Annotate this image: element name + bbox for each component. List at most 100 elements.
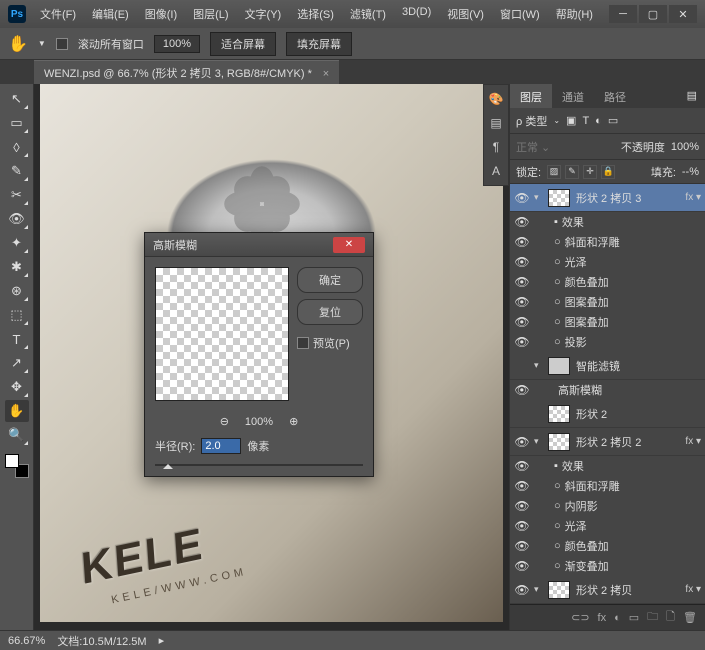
- layer-thumbnail[interactable]: [548, 433, 570, 451]
- status-arrow-icon[interactable]: ▸: [159, 634, 165, 647]
- layer-row[interactable]: 👁▾形状 2 拷贝 2fx ▾: [510, 428, 705, 456]
- ok-button[interactable]: 确定: [297, 267, 363, 293]
- effect-visibility[interactable]: 👁: [510, 559, 534, 573]
- layer-group-icon[interactable]: 🗀: [647, 608, 658, 627]
- menu-3d[interactable]: 3D(D): [396, 2, 437, 26]
- menu-help[interactable]: 帮助(H): [550, 2, 599, 26]
- lock-transparent-icon[interactable]: ▨: [547, 165, 561, 179]
- lock-all-icon[interactable]: 🔒: [601, 165, 615, 179]
- effect-visibility[interactable]: 👁: [510, 459, 534, 473]
- status-docsize[interactable]: 文档:10.5M/12.5M: [57, 633, 146, 649]
- maximize-button[interactable]: ▢: [639, 5, 667, 23]
- zoom-value[interactable]: 100%: [154, 35, 200, 53]
- layer-name[interactable]: 形状 2: [576, 406, 705, 422]
- fit-screen-button[interactable]: 适合屏幕: [210, 32, 276, 56]
- layer-thumbnail[interactable]: [548, 357, 570, 375]
- scroll-all-checkbox[interactable]: [56, 38, 68, 50]
- lasso-tool[interactable]: ◊: [5, 136, 29, 158]
- panel-menu-icon[interactable]: ▤: [679, 84, 705, 108]
- move-tool[interactable]: ↖: [5, 88, 29, 110]
- effect-visibility[interactable]: 👁: [510, 235, 534, 249]
- menu-filter[interactable]: 滤镜(T): [344, 2, 392, 26]
- layer-thumbnail[interactable]: [548, 189, 570, 207]
- slider-thumb[interactable]: [163, 459, 173, 469]
- effect-visibility[interactable]: 👁: [510, 519, 534, 533]
- status-zoom[interactable]: 66.67%: [8, 635, 45, 647]
- visibility-toggle[interactable]: 👁: [510, 191, 534, 205]
- swatches-panel-icon[interactable]: ▤: [488, 115, 504, 131]
- layer-fx-icon[interactable]: fx: [598, 612, 607, 624]
- effect-row[interactable]: 👁○渐变叠加: [510, 556, 705, 576]
- stamp-tool[interactable]: ⊛: [5, 280, 29, 302]
- filter-adjust-icon[interactable]: ◐: [595, 115, 602, 127]
- type-tool[interactable]: T: [5, 328, 29, 350]
- fx-badge[interactable]: fx ▾: [685, 192, 701, 203]
- character-panel-icon[interactable]: A: [488, 163, 504, 179]
- visibility-toggle[interactable]: 👁: [510, 583, 534, 597]
- eyedropper-tool[interactable]: 👁: [5, 208, 29, 230]
- filter-shape-icon[interactable]: ▭: [608, 114, 618, 127]
- lock-pixels-icon[interactable]: ✎: [565, 165, 579, 179]
- blend-mode-select[interactable]: 正常 ⌄: [516, 139, 550, 155]
- hand-tool[interactable]: ✋: [5, 400, 29, 422]
- layer-thumbnail[interactable]: [548, 581, 570, 599]
- layer-row[interactable]: 👁▾ 形状 2 拷贝 3fx ▾: [510, 184, 705, 212]
- preview-checkbox[interactable]: [297, 337, 309, 349]
- new-layer-icon[interactable]: 🗋: [666, 608, 675, 627]
- close-button[interactable]: ✕: [669, 5, 697, 23]
- delete-layer-icon[interactable]: 🗑: [683, 611, 697, 624]
- radius-slider[interactable]: [145, 460, 373, 476]
- fx-badge[interactable]: fx ▾: [685, 436, 701, 447]
- effect-row[interactable]: 👁▪效果: [510, 456, 705, 476]
- brush-tool[interactable]: ✱: [5, 256, 29, 278]
- filter-type-icon[interactable]: T: [582, 115, 589, 127]
- expand-arrow[interactable]: ▾: [534, 192, 548, 203]
- opacity-value[interactable]: 100%: [671, 141, 699, 153]
- expand-arrow[interactable]: ▾: [534, 360, 548, 371]
- layer-name[interactable]: 形状 2 拷贝: [576, 582, 685, 598]
- zoom-in-icon[interactable]: ⊕: [289, 415, 298, 428]
- effect-row[interactable]: 👁○斜面和浮雕: [510, 232, 705, 252]
- radius-input[interactable]: [201, 438, 241, 454]
- layer-name[interactable]: 形状 2 拷贝 3: [576, 190, 685, 206]
- filter-visibility[interactable]: 👁: [510, 383, 534, 397]
- shape-tool[interactable]: ✥: [5, 376, 29, 398]
- menu-edit[interactable]: 编辑(E): [86, 2, 135, 26]
- effect-row[interactable]: 👁○斜面和浮雕: [510, 476, 705, 496]
- heal-tool[interactable]: ✦: [5, 232, 29, 254]
- path-tool[interactable]: ↗: [5, 352, 29, 374]
- tab-paths[interactable]: 路径: [594, 84, 636, 108]
- color-swatch[interactable]: [5, 454, 29, 478]
- layer-row[interactable]: 👁▾形状 2 拷贝fx ▾: [510, 576, 705, 604]
- effect-visibility[interactable]: 👁: [510, 215, 534, 229]
- effect-row[interactable]: 👁○图案叠加: [510, 312, 705, 332]
- effect-visibility[interactable]: 👁: [510, 499, 534, 513]
- menu-type[interactable]: 文字(Y): [239, 2, 288, 26]
- layer-mask-icon[interactable]: ◐: [614, 612, 621, 624]
- effect-visibility[interactable]: 👁: [510, 295, 534, 309]
- effect-row[interactable]: 👁○图案叠加: [510, 292, 705, 312]
- lock-position-icon[interactable]: ✛: [583, 165, 597, 179]
- effect-row[interactable]: 👁▪效果: [510, 212, 705, 232]
- fill-screen-button[interactable]: 填充屏幕: [286, 32, 352, 56]
- document-tab-close[interactable]: ×: [323, 68, 329, 80]
- tool-preset-arrow[interactable]: ▼: [38, 39, 46, 48]
- marquee-tool[interactable]: ▭: [5, 112, 29, 134]
- effect-visibility[interactable]: 👁: [510, 539, 534, 553]
- crop-tool[interactable]: ✂: [5, 184, 29, 206]
- menu-select[interactable]: 选择(S): [291, 2, 340, 26]
- menu-file[interactable]: 文件(F): [34, 2, 82, 26]
- visibility-toggle[interactable]: 👁: [510, 435, 534, 449]
- effect-visibility[interactable]: 👁: [510, 255, 534, 269]
- smart-filter-item[interactable]: 👁高斯模糊: [510, 380, 705, 400]
- effect-visibility[interactable]: 👁: [510, 315, 534, 329]
- effect-row[interactable]: 👁○光泽: [510, 252, 705, 272]
- wand-tool[interactable]: ✎: [5, 160, 29, 182]
- adjustment-layer-icon[interactable]: ▭: [629, 611, 639, 624]
- link-layers-icon[interactable]: ⊂⊃: [571, 611, 589, 624]
- menu-window[interactable]: 窗口(W): [494, 2, 546, 26]
- reset-button[interactable]: 复位: [297, 299, 363, 325]
- effect-visibility[interactable]: 👁: [510, 479, 534, 493]
- menu-layer[interactable]: 图层(L): [187, 2, 234, 26]
- zoom-out-icon[interactable]: ⊖: [220, 415, 229, 428]
